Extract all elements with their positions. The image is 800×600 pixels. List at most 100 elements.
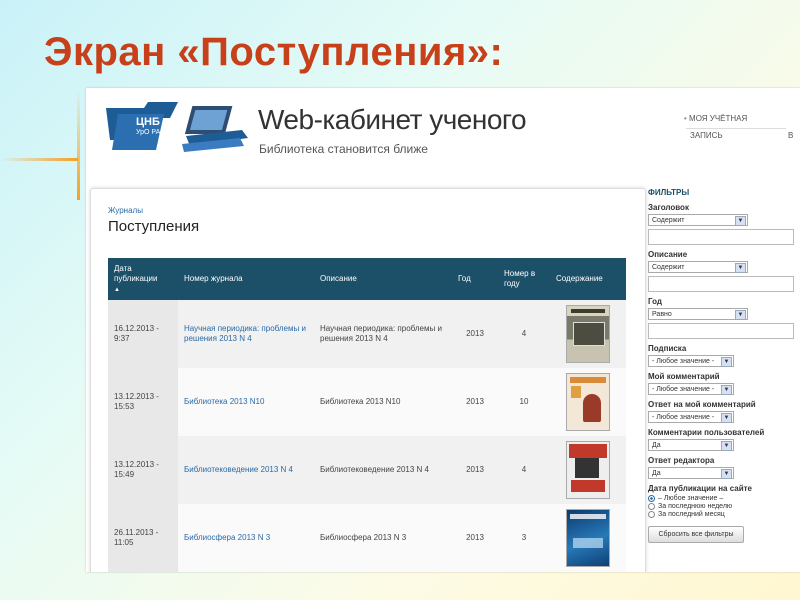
cell-number: 4 [498, 300, 550, 368]
filters-sidebar: ФИЛЬТРЫ Заголовок Содержит ▼ Описание Сод… [648, 188, 798, 543]
table-header-row: Дата публикации ▲ Номер журнала Описание… [108, 258, 626, 300]
site-title: Web-кабинет ученого [258, 104, 527, 135]
account-link-line1[interactable]: МОЯ УЧЁТНАЯ [689, 114, 747, 123]
column-header-year[interactable]: Год [452, 258, 498, 300]
table-row: 26.11.2013 - 11:05 Библиосфера 2013 N 3 … [108, 504, 626, 572]
truncated-menu-item[interactable]: В [788, 129, 793, 143]
filter-label-pub-date: Дата публикации на сайте [648, 484, 752, 493]
filter-label-subscription: Подписка [648, 344, 687, 353]
journal-link[interactable]: Научная периодика: проблемы и решения 20… [184, 324, 306, 343]
radio-label: За последний месяц [658, 511, 725, 518]
radio-last-week[interactable]: За последнюю неделю [648, 503, 798, 510]
reset-filters-button[interactable]: Сбросить все фильтры [648, 526, 744, 543]
cell-journal[interactable]: Библиосфера 2013 N 3 [178, 504, 314, 572]
sort-asc-icon: ▲ [114, 286, 120, 293]
filter-label-my-comment: Мой комментарий [648, 372, 720, 381]
chevron-down-icon: ▼ [735, 216, 746, 226]
cell-description: Библиотековедение 2013 N 4 [314, 436, 452, 504]
filter-label-reply: Ответ на мой комментарий [648, 400, 756, 409]
cell-journal[interactable]: Библиотековедение 2013 N 4 [178, 436, 314, 504]
journal-cover-image[interactable] [566, 441, 610, 499]
cell-content[interactable] [550, 300, 626, 368]
page-title: Поступления [108, 218, 200, 235]
cell-journal[interactable]: Библиотека 2013 N10 [178, 368, 314, 436]
screenshot-frame: ЦНБ УрО РАН Web-кабинет ученого Библиоте… [86, 88, 800, 572]
journal-link[interactable]: Библиотека 2013 N10 [184, 397, 264, 406]
radio-label: – Любое значение – [658, 495, 724, 502]
journal-cover-image[interactable] [566, 305, 610, 363]
cell-date: 26.11.2013 - 11:05 [108, 504, 178, 572]
decor-line-vertical [77, 90, 80, 200]
arrivals-table: Дата публикации ▲ Номер журнала Описание… [108, 258, 626, 572]
reply-select[interactable]: - Любое значение - ▼ [648, 411, 734, 423]
slide-title: Экран «Поступления»: [44, 30, 504, 74]
description-operator-select[interactable]: Содержит ▼ [648, 261, 748, 273]
select-value: Содержит [652, 217, 685, 224]
account-link-line2[interactable]: ЗАПИСЬ [690, 131, 723, 140]
cell-content[interactable] [550, 504, 626, 572]
year-filter-input[interactable] [648, 323, 794, 339]
editor-reply-select[interactable]: Да ▼ [648, 467, 734, 479]
radio-empty-icon [648, 503, 655, 510]
breadcrumb[interactable]: Журналы [108, 206, 143, 215]
column-header-number[interactable]: Номер в году [498, 258, 550, 300]
cell-date: 13.12.2013 - 15:49 [108, 436, 178, 504]
cell-journal[interactable]: Научная периодика: проблемы и решения 20… [178, 300, 314, 368]
journal-link[interactable]: Библиосфера 2013 N 3 [184, 533, 270, 542]
select-value: - Любое значение - [652, 358, 715, 365]
chevron-down-icon: ▼ [735, 310, 746, 320]
bullet-icon: • [684, 114, 687, 123]
column-header-date[interactable]: Дата публикации ▲ [108, 258, 178, 300]
heading-operator-select[interactable]: Содержит ▼ [648, 214, 748, 226]
cell-date: 16.12.2013 - 9:37 [108, 300, 178, 368]
column-header-description[interactable]: Описание [314, 258, 452, 300]
header-date-label: Дата публикации [114, 263, 158, 283]
chevron-down-icon: ▼ [721, 357, 732, 367]
filter-label-description: Описание [648, 250, 688, 259]
cell-number: 3 [498, 504, 550, 572]
chevron-down-icon: ▼ [721, 441, 732, 451]
column-header-journal[interactable]: Номер журнала [178, 258, 314, 300]
cell-date: 13.12.2013 - 15:53 [108, 368, 178, 436]
cell-year: 2013 [452, 368, 498, 436]
select-value: Да [652, 470, 661, 477]
chevron-down-icon: ▼ [721, 413, 732, 423]
radio-last-month[interactable]: За последний месяц [648, 511, 798, 518]
site-subtitle: Библиотека становится ближе [259, 142, 428, 156]
filters-title: ФИЛЬТРЫ [648, 188, 690, 197]
cell-content[interactable] [550, 368, 626, 436]
journal-cover-image[interactable] [566, 509, 610, 567]
library-logo[interactable]: ЦНБ УрО РАН [104, 100, 254, 156]
cell-year: 2013 [452, 504, 498, 572]
filter-label-year: Год [648, 297, 662, 306]
logo-text-sub: УрО РАН [136, 129, 166, 136]
cell-number: 10 [498, 368, 550, 436]
radio-label: За последнюю неделю [658, 503, 733, 510]
select-value: Содержит [652, 264, 685, 271]
select-value: Да [652, 442, 661, 449]
cell-year: 2013 [452, 300, 498, 368]
select-value: - Любое значение - [652, 414, 715, 421]
heading-filter-input[interactable] [648, 229, 794, 245]
journal-cover-image[interactable] [566, 373, 610, 431]
user-comments-select[interactable]: Да ▼ [648, 439, 734, 451]
table-row: 16.12.2013 - 9:37 Научная периодика: про… [108, 300, 626, 368]
logo-text-main: ЦНБ [136, 116, 160, 128]
table-row: 13.12.2013 - 15:49 Библиотековедение 201… [108, 436, 626, 504]
chevron-down-icon: ▼ [721, 385, 732, 395]
account-divider [686, 128, 786, 129]
select-value: Равно [652, 311, 672, 318]
year-operator-select[interactable]: Равно ▼ [648, 308, 748, 320]
my-comment-select[interactable]: - Любое значение - ▼ [648, 383, 734, 395]
subscription-select[interactable]: - Любое значение - ▼ [648, 355, 734, 367]
radio-any-date[interactable]: – Любое значение – [648, 495, 798, 502]
cell-description: Научная периодика: проблемы и решения 20… [314, 300, 452, 368]
journal-link[interactable]: Библиотековедение 2013 N 4 [184, 465, 293, 474]
radio-empty-icon [648, 511, 655, 518]
cell-description: Библиотека 2013 N10 [314, 368, 452, 436]
filter-label-user-comments: Комментарии пользователей [648, 428, 765, 437]
cell-content[interactable] [550, 436, 626, 504]
cell-number: 4 [498, 436, 550, 504]
description-filter-input[interactable] [648, 276, 794, 292]
table-row: 13.12.2013 - 15:53 Библиотека 2013 N10 Б… [108, 368, 626, 436]
